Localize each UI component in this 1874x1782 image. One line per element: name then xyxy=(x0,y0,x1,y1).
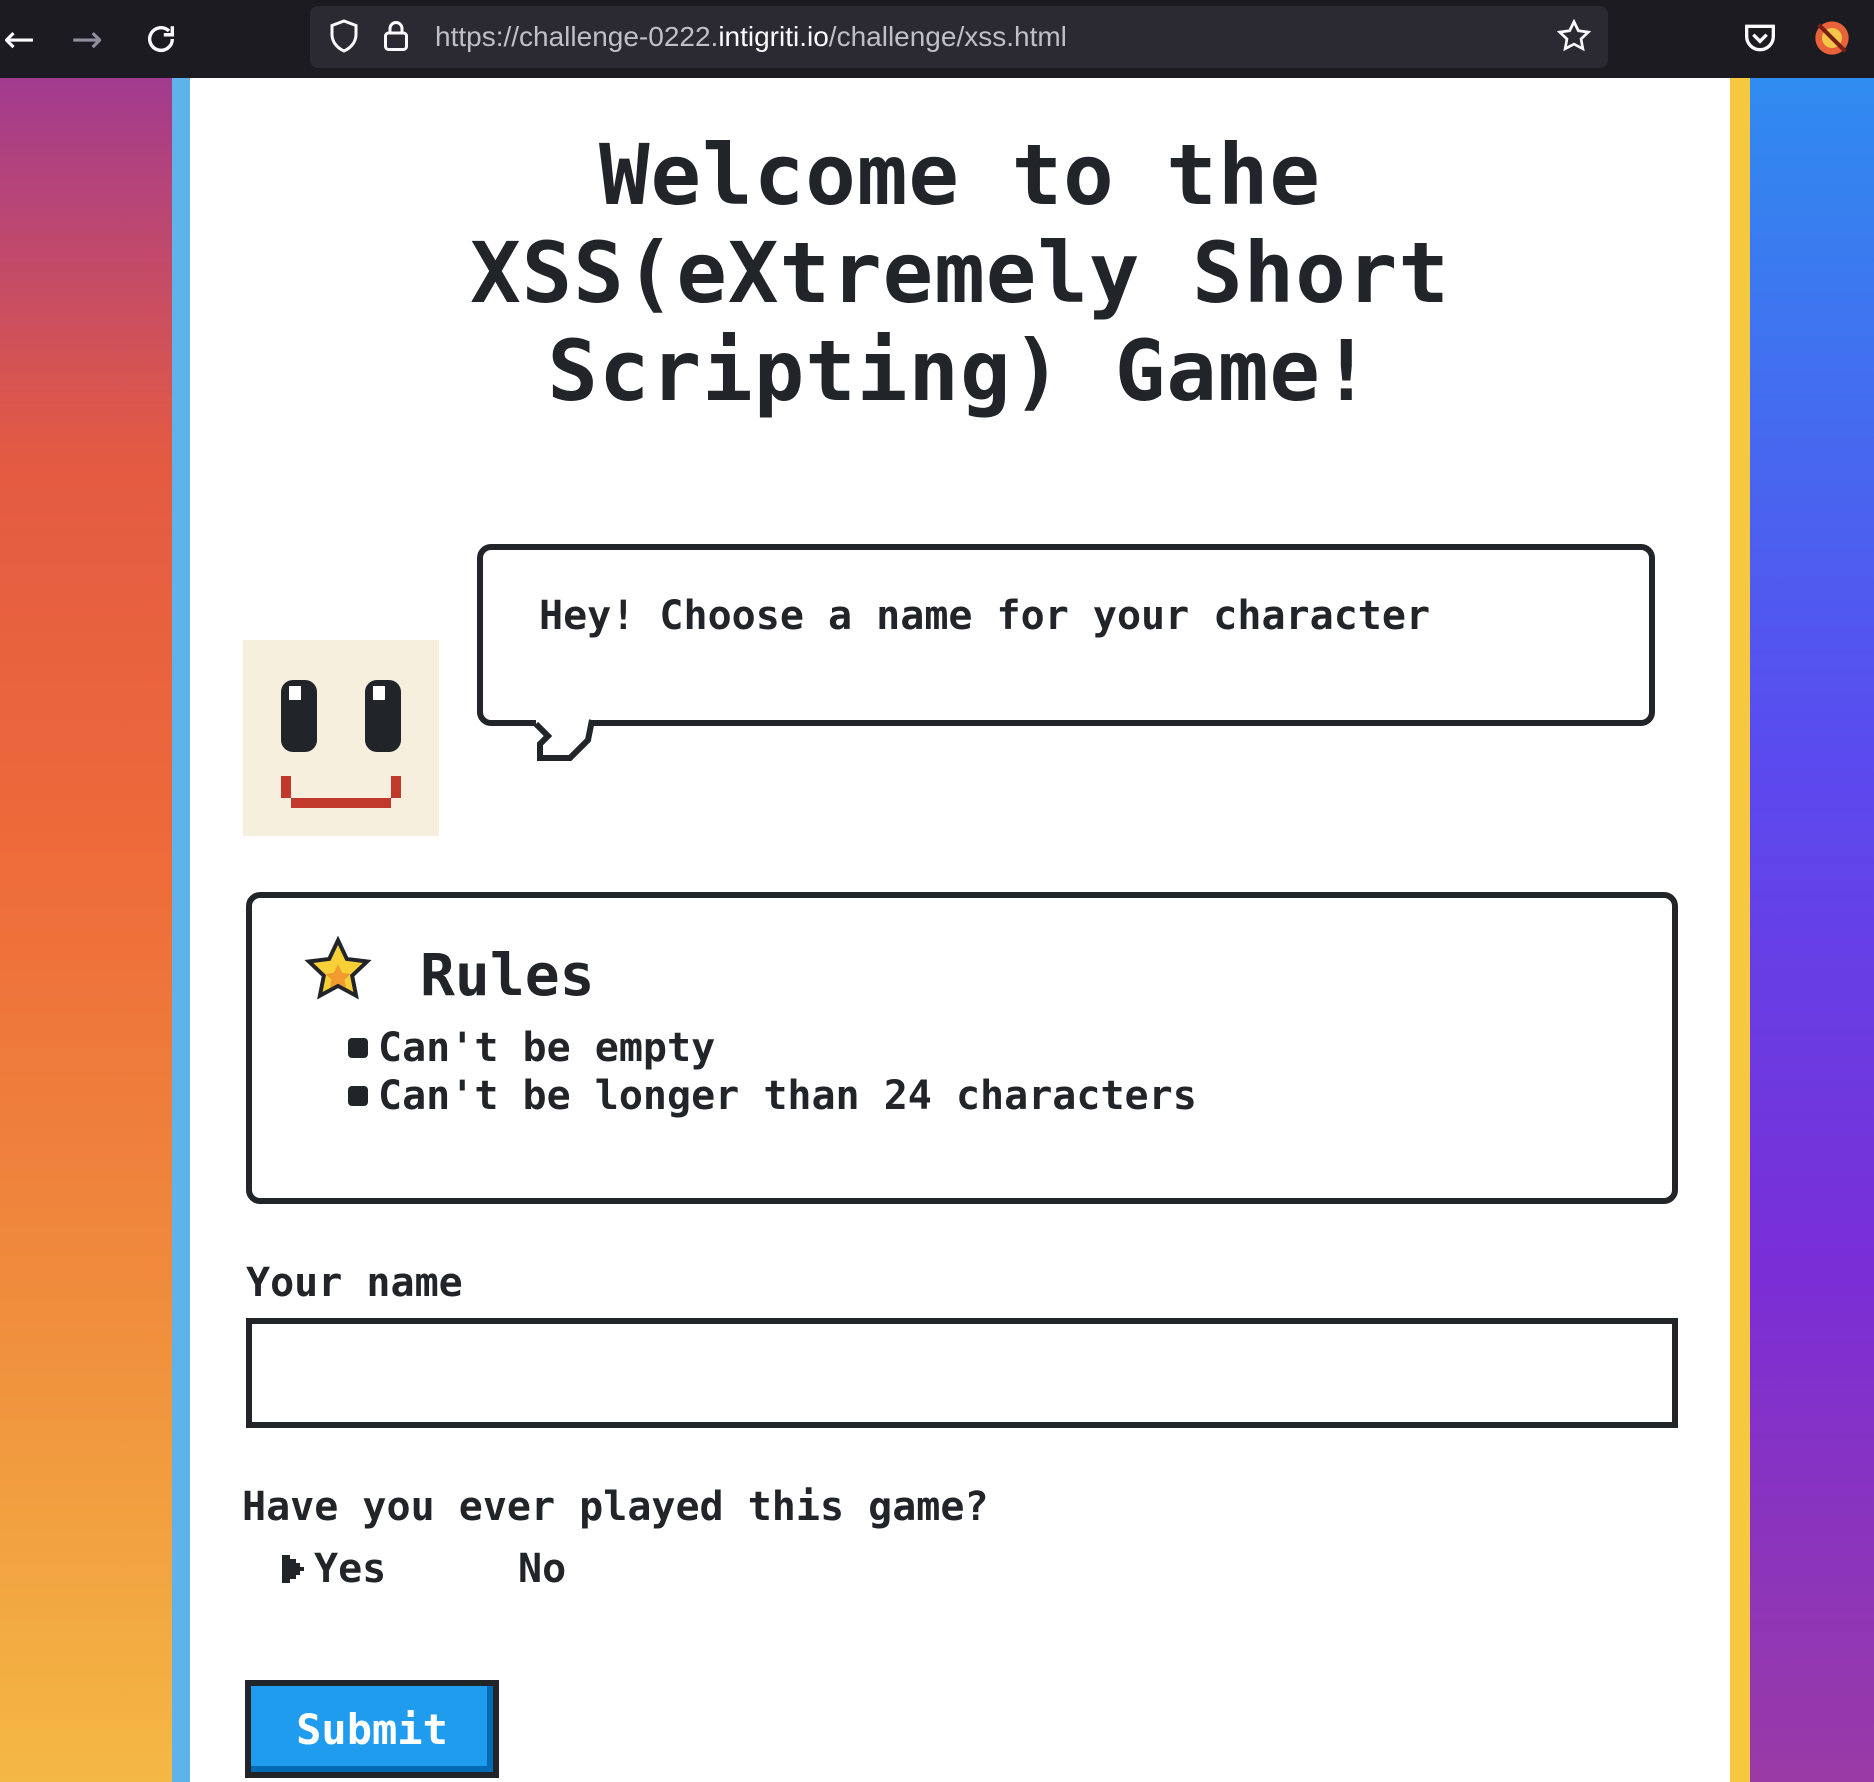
submit-button[interactable]: Submit xyxy=(245,1680,499,1778)
yellow-stripe xyxy=(1730,78,1750,1782)
speech-bubble: Hey! Choose a name for your character xyxy=(477,544,1655,726)
pocket-icon[interactable] xyxy=(1740,18,1780,58)
left-gradient-band xyxy=(0,78,172,1782)
bubble-text: Hey! Choose a name for your character xyxy=(539,593,1431,639)
shield-icon[interactable] xyxy=(326,18,362,54)
radio-no[interactable]: No xyxy=(518,1544,566,1594)
name-input[interactable] xyxy=(246,1318,1678,1428)
game-card: Welcome to the XSS(eXtremely Short Scrip… xyxy=(190,78,1730,1782)
rule-item: Can't be empty xyxy=(348,1024,1197,1072)
forward-icon[interactable]: → xyxy=(62,14,112,64)
reload-icon[interactable] xyxy=(136,14,186,64)
name-label: Your name xyxy=(246,1260,463,1306)
rules-box: Rules Can't be empty Can't be longer tha… xyxy=(246,892,1678,1204)
played-question: Have you ever played this game? xyxy=(242,1484,989,1530)
lock-icon[interactable] xyxy=(378,18,414,54)
title-line-1: Welcome to the xyxy=(598,126,1321,224)
character-face xyxy=(243,640,439,836)
bookmark-star-icon[interactable] xyxy=(1556,18,1592,54)
url-text[interactable]: https://challenge-0222.intigriti.io/chal… xyxy=(435,6,1067,68)
blue-stripe xyxy=(172,78,190,1782)
smiley-face-icon xyxy=(281,680,401,808)
rule-item: Can't be longer than 24 characters xyxy=(348,1072,1197,1120)
address-bar[interactable]: https://challenge-0222.intigriti.io/chal… xyxy=(310,6,1608,68)
radio-yes[interactable]: Yes xyxy=(280,1544,386,1594)
rules-title: Rules xyxy=(420,941,595,1009)
rules-list: Can't be empty Can't be longer than 24 c… xyxy=(348,1024,1197,1120)
bullet-icon xyxy=(348,1038,368,1058)
radio-no-label: No xyxy=(518,1546,567,1592)
radio-yes-label: Yes xyxy=(314,1546,387,1592)
selected-arrow-icon xyxy=(282,1555,304,1583)
speech-bubble-tail xyxy=(533,714,595,761)
title-line-2: XSS(eXtremely Short xyxy=(470,224,1450,322)
title-line-3: Scripting) Game! xyxy=(547,322,1373,420)
page-title: Welcome to the XSS(eXtremely Short Scrip… xyxy=(190,126,1730,420)
browser-toolbar: ← → https://challenge-0222.intigriti.io/… xyxy=(0,0,1874,79)
back-icon[interactable]: ← xyxy=(0,14,44,64)
bullet-icon xyxy=(348,1086,368,1106)
star-icon xyxy=(304,936,372,1000)
page-background: Welcome to the XSS(eXtremely Short Scrip… xyxy=(0,78,1874,1782)
extension-icon[interactable] xyxy=(1812,18,1852,58)
